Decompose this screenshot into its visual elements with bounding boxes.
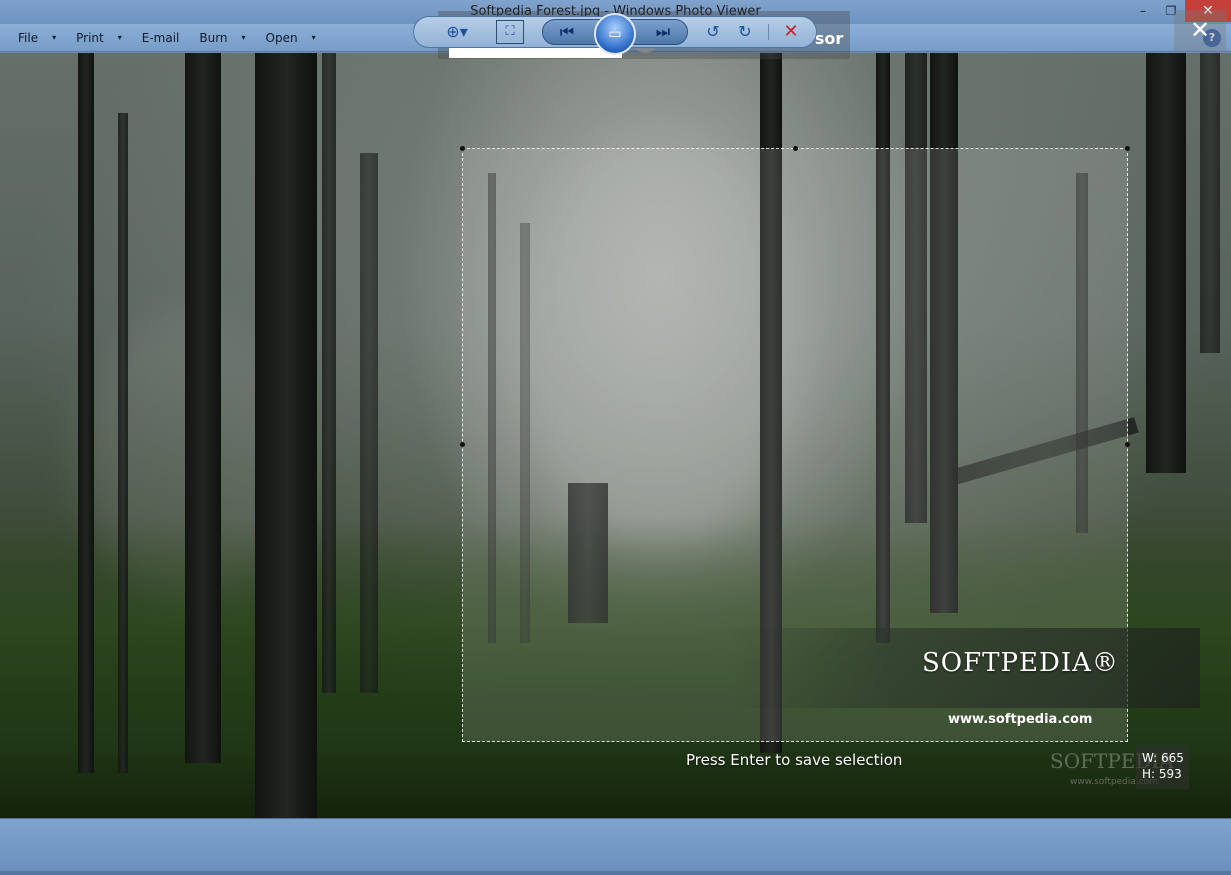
fit-window-icon[interactable]: ⛶ (496, 20, 524, 44)
menu-open-label: Open (265, 30, 298, 45)
slideshow-icon[interactable]: ▭ (594, 13, 636, 55)
menu-file-label: File (18, 30, 39, 45)
toolbar-divider (768, 24, 769, 40)
menu-burn-label: Burn (199, 30, 228, 45)
selection-dimensions: W: 665 H: 593 (1136, 745, 1189, 789)
tree-trunk (322, 53, 336, 693)
rotate-right-icon[interactable]: ↻ (732, 18, 758, 46)
chevron-down-icon: ▾ (311, 33, 316, 42)
menu-print-label: Print (76, 30, 104, 45)
resize-handle-top-left[interactable] (460, 146, 465, 151)
menu-email[interactable]: E-mail (132, 24, 190, 52)
tree-trunk (78, 53, 94, 773)
softpedia-logo: SOFTPEDIA® (922, 648, 1119, 678)
previous-icon[interactable]: ⏮ (552, 18, 582, 46)
save-hint: Press Enter to save selection (686, 751, 903, 769)
tree-trunk (185, 53, 221, 763)
zoom-icon[interactable]: ⊕▾ (440, 18, 474, 46)
close-icon[interactable]: ✕ (1174, 10, 1226, 52)
resize-handle-left[interactable] (460, 442, 465, 447)
resize-handle-right[interactable] (1125, 442, 1130, 447)
rotate-left-icon[interactable]: ↺ (700, 18, 726, 46)
chevron-down-icon: ▾ (117, 33, 122, 42)
tree-trunk (360, 153, 378, 693)
selection-width: W: 665 (1142, 751, 1184, 765)
delete-icon[interactable]: ✕ (778, 18, 804, 46)
selection-height: H: 593 (1142, 767, 1182, 781)
menu-burn[interactable]: Burn ▾ (189, 24, 255, 52)
next-icon[interactable]: ⏭ (648, 18, 678, 46)
menu-email-label: E-mail (141, 30, 180, 45)
menu-print[interactable]: Print ▾ (66, 24, 132, 52)
status-strip (0, 871, 1231, 875)
minimize-button[interactable]: – (1129, 0, 1157, 22)
menu-open[interactable]: Open ▾ (256, 24, 326, 52)
resize-handle-top-right[interactable] (1125, 146, 1130, 151)
bottom-toolbar (0, 818, 1231, 875)
softpedia-url: www.softpedia.com (948, 712, 1093, 727)
chevron-down-icon: ▾ (52, 33, 57, 42)
tree-trunk (118, 113, 128, 773)
resize-handle-top[interactable] (793, 146, 798, 151)
tree-trunk (1146, 53, 1186, 473)
tree-trunk (255, 53, 317, 818)
chevron-down-icon: ▾ (241, 33, 246, 42)
menu-file[interactable]: File ▾ (8, 24, 66, 52)
tree-trunk (1200, 53, 1220, 353)
